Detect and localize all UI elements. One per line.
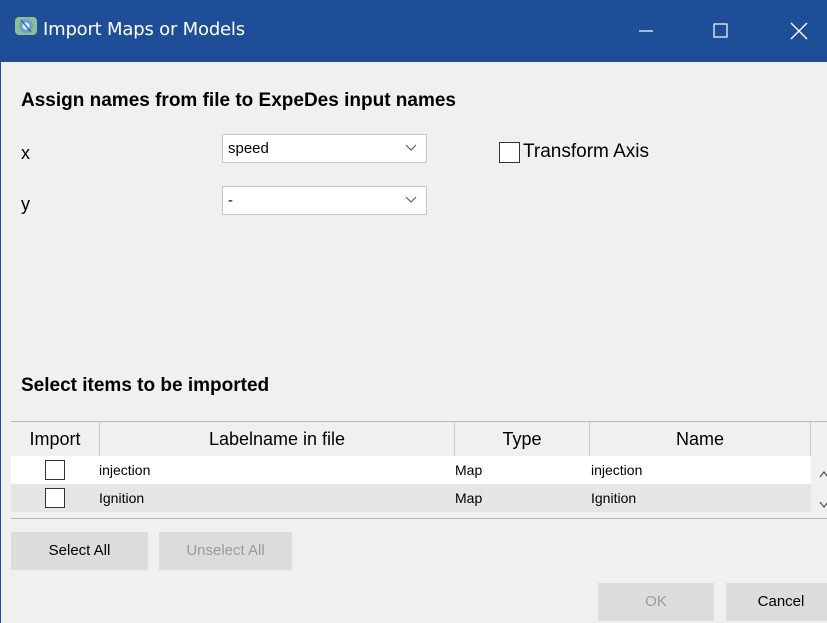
scroll-up-icon[interactable]: [819, 470, 827, 478]
select-items-heading: Select items to be imported: [21, 375, 270, 396]
column-header-name[interactable]: Name: [590, 422, 811, 456]
name-cell[interactable]: Ignition: [591, 484, 636, 512]
import-dialog: Import Maps or Models Assign names from …: [0, 0, 827, 623]
y-select-value: -: [228, 192, 233, 209]
table-row[interactable]: injection Map injection: [11, 456, 811, 484]
close-icon: [790, 22, 808, 40]
labelname-cell: Ignition: [99, 490, 145, 506]
chevron-down-icon: [405, 196, 417, 203]
select-all-button[interactable]: Select All: [11, 532, 148, 570]
close-button[interactable]: [771, 0, 827, 62]
chevron-down-icon: [405, 144, 417, 151]
column-header-labelname[interactable]: Labelname in file: [100, 422, 455, 456]
name-cell[interactable]: injection: [591, 456, 642, 484]
column-header-type[interactable]: Type: [455, 422, 590, 456]
assign-names-heading: Assign names from file to ExpeDes input …: [21, 90, 456, 111]
scroll-down-icon[interactable]: [819, 501, 827, 509]
cancel-button[interactable]: Cancel: [726, 583, 827, 621]
type-cell: Map: [455, 462, 483, 478]
maximize-button[interactable]: [693, 0, 749, 62]
import-checkbox[interactable]: [45, 488, 65, 508]
unselect-all-button[interactable]: Unselect All: [159, 532, 292, 570]
import-items-table: Import Labelname in file Type Name injec…: [11, 421, 827, 519]
labelname-cell: injection: [99, 462, 151, 478]
transform-axis-checkbox[interactable]: [499, 142, 520, 163]
maximize-icon: [713, 23, 728, 38]
minimize-button[interactable]: [618, 0, 674, 62]
window-title: Import Maps or Models: [43, 19, 245, 40]
table-row[interactable]: Ignition Map Ignition: [11, 484, 811, 512]
transform-axis-label[interactable]: Transform Axis: [523, 141, 649, 163]
import-checkbox[interactable]: [45, 460, 65, 480]
table-header: Import Labelname in file Type Name: [11, 422, 811, 456]
minimize-icon: [639, 30, 653, 32]
x-select-value: speed: [228, 140, 269, 157]
ok-button[interactable]: OK: [598, 583, 714, 621]
type-cell: Map: [455, 490, 483, 506]
y-label: y: [21, 194, 30, 214]
x-label: x: [21, 143, 30, 163]
y-select[interactable]: -: [222, 186, 427, 215]
app-icon: [15, 17, 37, 35]
x-select[interactable]: speed: [222, 134, 427, 163]
title-bar[interactable]: Import Maps or Models: [1, 0, 827, 62]
column-header-import[interactable]: Import: [11, 422, 100, 456]
